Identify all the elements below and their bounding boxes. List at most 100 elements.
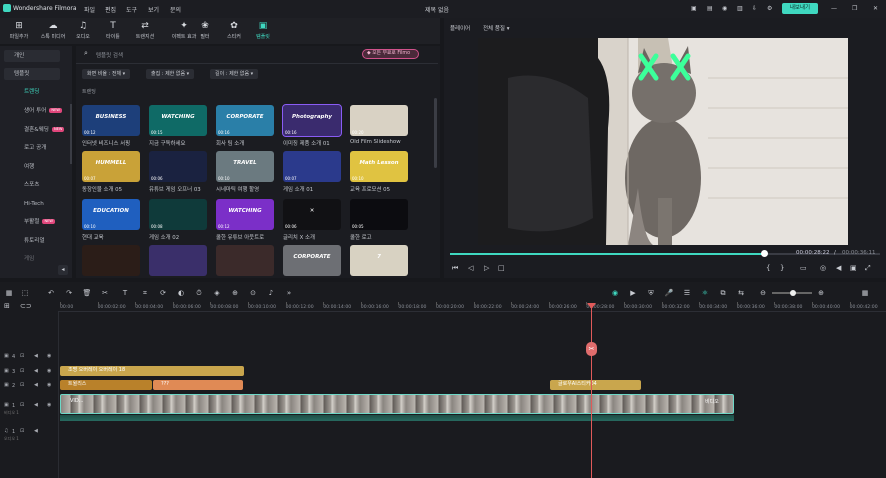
snap-icon[interactable]: ⧉ <box>718 289 728 298</box>
mask-icon[interactable]: ⊕ <box>230 289 240 297</box>
quality-dropdown[interactable]: 전체 품질 ▾ <box>483 24 510 32</box>
menu-view[interactable]: 보기 <box>148 5 159 14</box>
template-thumbnail[interactable]: WATCHING 00:12 <box>216 199 274 230</box>
account-icon[interactable]: ◉ <box>722 5 727 12</box>
split-marker-icon[interactable]: ✂ <box>586 342 597 356</box>
eye-icon[interactable]: ◉ <box>47 382 51 388</box>
toolbar-stock-media[interactable]: ☁ 스톡 미디어 <box>36 21 70 40</box>
volume-icon[interactable]: ◀ <box>836 264 841 272</box>
mute-icon[interactable]: ◀ <box>34 428 38 434</box>
template-thumbnail[interactable]: EDUCATION 00:10 <box>82 199 140 230</box>
close-icon[interactable]: ✕ <box>873 5 878 12</box>
sidebar-scrollbar[interactable] <box>70 104 72 164</box>
color-icon[interactable]: ◐ <box>176 289 186 297</box>
undo-icon[interactable]: ↶ <box>46 289 56 297</box>
ai-icon[interactable]: ⚛ <box>700 289 710 297</box>
menu-help[interactable]: 문의 <box>170 5 181 14</box>
template-thumbnail[interactable]: TRAVEL 00:10 <box>216 151 274 182</box>
toolbar-audio[interactable]: ♫ 오디오 <box>66 21 100 40</box>
sidebar-item-trending[interactable]: 트렌딩 <box>24 86 39 98</box>
eye-icon[interactable]: ◉ <box>47 402 51 408</box>
sidebar-mine[interactable]: 개인 <box>4 50 60 62</box>
template-thumbnail[interactable]: CORPORATE 00:16 <box>216 105 274 136</box>
crop-icon[interactable]: ⌗ <box>140 289 150 298</box>
tracking-icon[interactable]: ⊙ <box>248 289 258 297</box>
playhead-knob[interactable] <box>760 250 768 257</box>
eye-icon[interactable]: ◉ <box>47 353 51 359</box>
template-thumbnail[interactable]: 00:06 <box>149 151 207 182</box>
sidebar-item-wedding[interactable]: 결혼&웨딩 NEW <box>24 124 65 136</box>
split-icon[interactable]: ⇆ <box>736 289 746 297</box>
fullscreen-icon[interactable]: ⤢ <box>865 264 871 273</box>
sidebar-item-easter[interactable]: 부활절 NEW <box>24 216 55 228</box>
select-icon[interactable]: ⬚ <box>20 289 30 297</box>
more-tools-icon[interactable]: » <box>284 289 294 297</box>
template-thumbnail[interactable]: WATCHING 00:15 <box>149 105 207 136</box>
search-bar[interactable]: ⌕ 템플릿 검색 <box>82 49 356 60</box>
render-icon[interactable]: ◉ <box>610 289 620 297</box>
mark-out-icon[interactable]: } <box>780 264 784 272</box>
rotate-icon[interactable]: ⟳ <box>158 289 168 297</box>
speed-icon[interactable]: ⏱ <box>194 289 204 298</box>
audio-edit-icon[interactable]: ♪ <box>266 289 276 297</box>
link-icon[interactable]: ⊂⊃ <box>20 302 32 310</box>
sticker-clip[interactable]: 글로우AI스티커04 <box>550 380 641 390</box>
play-icon[interactable]: ▷ <box>484 264 489 272</box>
sidebar-item-game[interactable]: 게임 <box>24 253 34 265</box>
template-thumbnail[interactable]: HUMMELL 00:07 <box>82 151 140 182</box>
filter-duration[interactable]: 길이 : 제한 없음 ▾ <box>210 69 259 79</box>
toolbar-import[interactable]: ⊞ 파일추가 <box>2 21 36 40</box>
promo-button[interactable]: ◆ 모든 무료로 Filmo <box>362 49 419 59</box>
eye-icon[interactable]: ◉ <box>47 368 51 374</box>
shield-icon[interactable]: ⛨ <box>646 289 656 298</box>
fit-icon[interactable]: ▣ <box>850 264 857 272</box>
mute-icon[interactable]: ◀ <box>34 368 38 374</box>
filter-resolution[interactable]: 출집 : 제한 없음 ▾ <box>146 69 195 79</box>
sidebar-item-sports[interactable]: 스포츠 <box>24 179 39 191</box>
player-tab[interactable]: 플레이어 <box>450 24 470 32</box>
lock-icon[interactable]: ⊡ <box>20 402 24 408</box>
video-clip-strip[interactable] <box>60 394 734 414</box>
sidebar-item-hitech[interactable]: Hi-Tech <box>24 198 44 210</box>
template-thumbnail[interactable]: Photography 00:16 <box>282 104 342 137</box>
toolbar-templates[interactable]: ▣ 템플릿 <box>246 21 280 40</box>
menu-file[interactable]: 파일 <box>84 5 95 14</box>
sidebar-item-birthday[interactable]: 생어 투어 NEW <box>24 105 62 117</box>
mark-in-icon[interactable]: { <box>766 264 770 272</box>
zoom-out-icon[interactable]: ⊖ <box>758 289 768 297</box>
toolbar-titles[interactable]: T 타이틀 <box>96 21 130 40</box>
filter-aspect-ratio[interactable]: 화면 비율 : 전체 ▾ <box>82 69 131 79</box>
lock-icon[interactable]: ⊡ <box>20 353 24 359</box>
grid-scrollbar[interactable] <box>434 98 437 168</box>
display-icon[interactable]: ▭ <box>800 264 807 272</box>
layout-icon[interactable]: ▤ <box>707 5 713 12</box>
template-thumbnail[interactable]: 00:07 <box>283 151 341 182</box>
layout-grid-icon[interactable]: ▦ <box>4 289 14 297</box>
add-track-icon[interactable]: ⊞ <box>4 302 10 310</box>
prev-frame-icon[interactable]: ⏮ <box>452 264 458 273</box>
template-thumbnail[interactable] <box>216 245 274 276</box>
template-thumbnail[interactable]: 00:05 <box>350 199 408 230</box>
template-thumbnail[interactable] <box>82 245 140 276</box>
mute-icon[interactable]: ◀ <box>34 382 38 388</box>
download-icon[interactable]: ⇩ <box>752 5 757 12</box>
template-thumbnail[interactable]: 00:08 <box>149 199 207 230</box>
lock-icon[interactable]: ⊡ <box>20 428 24 434</box>
marker-play-icon[interactable]: ▶ <box>628 289 638 297</box>
template-thumbnail[interactable]: Math Lesson 00:10 <box>350 151 408 182</box>
save-icon[interactable]: ▣ <box>691 5 697 12</box>
toolbar-transitions[interactable]: ⇄ 트랜지션 <box>128 21 162 40</box>
template-thumbnail[interactable]: CORPORATE <box>283 245 341 276</box>
title-clip-1[interactable]: 트윌리스 <box>60 380 152 390</box>
gift-icon[interactable]: ▥ <box>737 5 743 12</box>
mute-icon[interactable]: ◀ <box>34 402 38 408</box>
sidebar-item-travel[interactable]: 여행 <box>24 161 34 173</box>
zoom-in-icon[interactable]: ⊕ <box>816 289 826 297</box>
redo-icon[interactable]: ↷ <box>64 289 74 297</box>
template-thumbnail[interactable]: 00:20 <box>350 105 408 136</box>
sidebar-item-logo[interactable]: 로고 공개 <box>24 142 46 154</box>
timeline-settings-icon[interactable]: ▦ <box>860 289 870 297</box>
collapse-sidebar-button[interactable]: ◂ <box>58 265 68 275</box>
zoom-knob[interactable] <box>790 290 796 296</box>
mic-icon[interactable]: 🎤 <box>664 289 674 297</box>
